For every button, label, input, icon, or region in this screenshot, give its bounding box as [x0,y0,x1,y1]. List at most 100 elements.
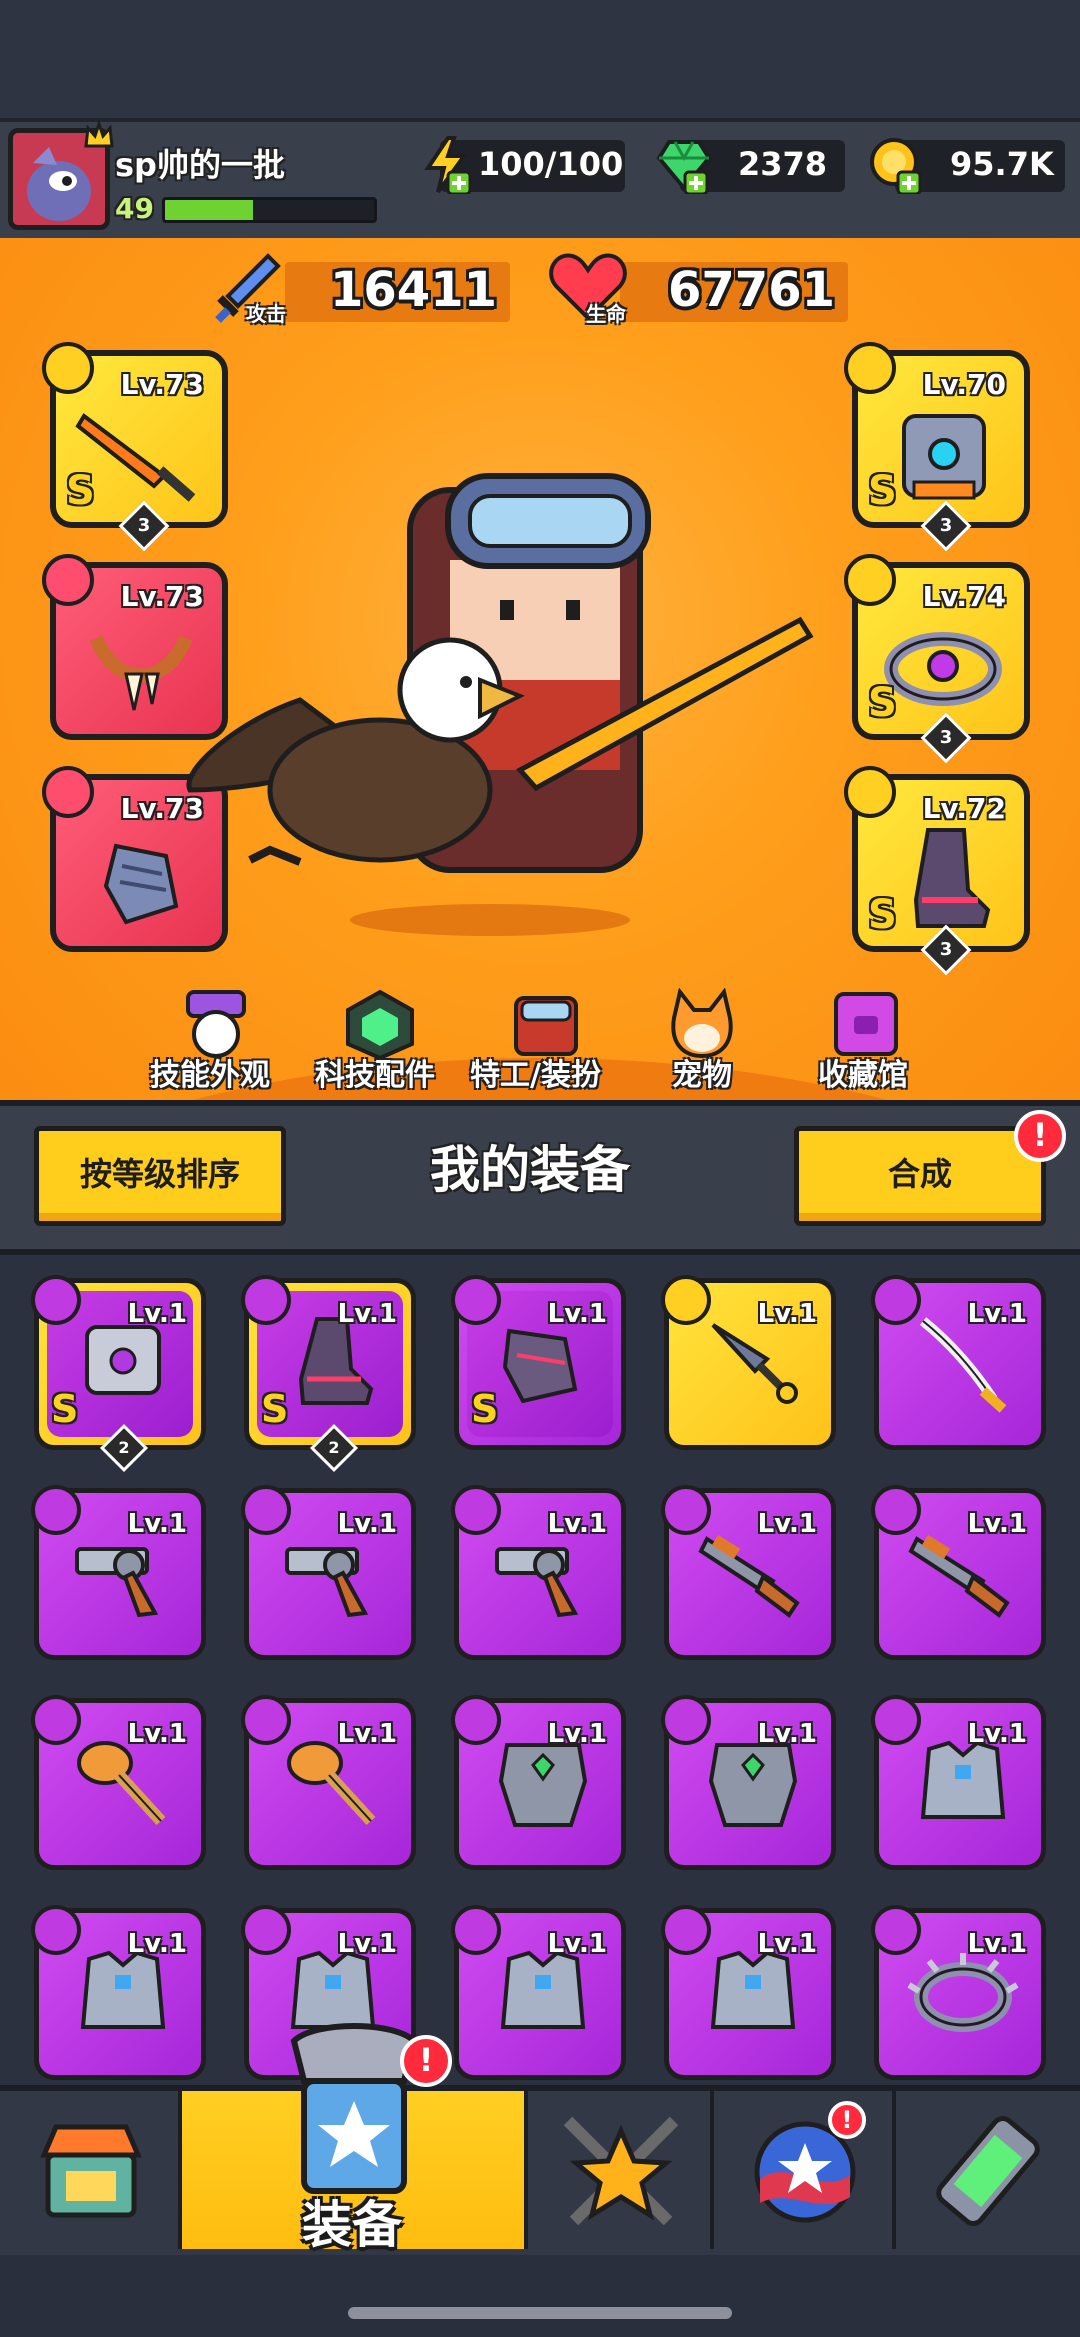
tab-events[interactable]: ! [714,2091,896,2249]
inventory-item-hammer[interactable]: Lv.1 [31,1695,206,1870]
tab-equipment[interactable]: 装备 ! [182,2023,528,2254]
item-level: Lv.1 [967,1509,1027,1539]
inventory-item-revolver[interactable]: Lv.1 [241,1485,416,1660]
player-level: 49 [115,192,154,225]
item-level: Lv.1 [967,1929,1027,1959]
inventory-item-shotgun[interactable]: Lv.1 [871,1485,1046,1660]
inventory-item-chest-armor[interactable]: Lv.1 [451,1695,626,1870]
item-type-badge [451,1695,501,1745]
category-collection[interactable]: 收藏馆 [818,1050,908,1094]
boots-type-icon [844,766,896,818]
grade-badge: S [51,1387,79,1431]
agent-outfit-icon [514,996,578,1056]
item-type-badge [871,1485,921,1535]
grade-badge: S [868,680,897,726]
gem-value: 2378 [738,145,828,183]
slot-level: Lv.72 [922,792,1006,825]
item-level: Lv.1 [547,1929,607,1959]
item-type-badge [241,1695,291,1745]
item-level: Lv.1 [127,1299,187,1329]
item-type-badge [31,1695,81,1745]
item-type-badge [31,1485,81,1535]
lightning-icon [424,136,472,194]
item-level: Lv.1 [337,1719,397,1749]
item-level: Lv.1 [967,1299,1027,1329]
weapon-type-icon [42,342,94,394]
inventory-item-shotgun[interactable]: Lv.1 [661,1485,836,1660]
inventory-item-gloves[interactable]: Lv.1 S [451,1275,626,1450]
inventory-item-vest[interactable]: Lv.1 [451,1905,626,2080]
shiba-pet-icon [671,988,733,1058]
equipment-alert-badge: ! [400,2035,452,2087]
inventory-item-katana[interactable]: Lv.1 [871,1275,1046,1450]
gold-coin-icon [870,138,922,194]
merge-button[interactable]: 合成 [794,1126,1046,1226]
category-pet[interactable]: 宠物 [672,1050,732,1094]
xp-bar-fill [165,200,253,220]
item-type-badge [871,1905,921,1955]
item-level: Lv.1 [757,1929,817,1959]
star-rank-value: 3 [137,515,151,536]
inventory-item-revolver[interactable]: Lv.1 [31,1485,206,1660]
merge-alert-badge: ! [1014,1110,1066,1162]
item-level: Lv.1 [547,1509,607,1539]
grade-badge: S [868,468,897,514]
necklace-type-icon [42,554,94,606]
tab-battle[interactable] [528,2091,714,2249]
dna-vial-icon [936,2116,1040,2226]
item-level: Lv.1 [757,1509,817,1539]
gold-value: 95.7K [950,145,1054,183]
item-type-badge [661,1275,711,1325]
item-type-badge [871,1275,921,1325]
inventory-item-boots[interactable]: Lv.1 S 2 [241,1275,416,1473]
inventory-item-hammer[interactable]: Lv.1 [241,1695,416,1870]
crown-icon [84,119,114,148]
item-type-badge [451,1905,501,1955]
player-name: sp帅的一批 [115,146,285,184]
inventory-item-vest[interactable]: Lv.1 [661,1905,836,2080]
star-rank-value: 3 [939,939,953,960]
hp-value: 67761 [668,262,835,318]
category-agent-outfit[interactable]: 特工/装扮 [470,1050,601,1094]
tab-shop[interactable] [0,2091,182,2249]
gloves-type-icon [42,766,94,818]
item-type-badge [451,1275,501,1325]
inventory-item-kunai[interactable]: Lv.1 [661,1275,836,1450]
tab-dna[interactable] [896,2091,1080,2249]
mech-armor-icon [902,414,986,500]
star-rank-value: 3 [939,515,953,536]
status-bar [0,0,1080,118]
armor-type-icon [844,342,896,394]
inventory-item-armor[interactable]: Lv.1 S 2 [31,1275,206,1473]
collection-chest-icon [834,992,898,1056]
inventory-item-revolver[interactable]: Lv.1 [451,1485,626,1660]
item-type-badge [661,1695,711,1745]
sort-button-label: 按等级排序 [79,1155,240,1193]
sort-by-level-button[interactable]: 按等级排序 [34,1126,286,1226]
inventory-item-spiked-ring[interactable]: Lv.1 [871,1905,1046,2080]
item-level: Lv.1 [757,1719,817,1749]
energy-value: 100/100 [478,145,624,183]
inventory-item-vest[interactable]: Lv.1 [31,1905,206,2080]
item-level: Lv.1 [967,1719,1027,1749]
merge-button-label: 合成 [887,1155,952,1193]
star-rank-value: 3 [939,727,953,748]
hp-label: 生命 [586,302,626,326]
events-alert-badge: ! [828,2101,866,2139]
ring-icon [884,632,1002,706]
category-tech-parts[interactable]: 科技配件 [315,1050,435,1094]
item-level: Lv.1 [337,1299,397,1329]
boots-icon [913,828,991,928]
item-type-badge [661,1485,711,1535]
item-type-badge [241,1905,291,1955]
item-level: Lv.1 [757,1299,817,1329]
item-level: Lv.1 [127,1719,187,1749]
tech-part-icon [346,989,414,1058]
hero-character[interactable] [180,470,820,940]
slot-level: Lv.73 [120,368,204,401]
category-skill-skin[interactable]: 技能外观 [150,1050,270,1094]
item-type-badge [871,1695,921,1745]
inventory-item-vest[interactable]: Lv.1 [871,1695,1046,1870]
inventory-item-chest-armor[interactable]: Lv.1 [661,1695,836,1870]
item-level: Lv.1 [547,1299,607,1329]
